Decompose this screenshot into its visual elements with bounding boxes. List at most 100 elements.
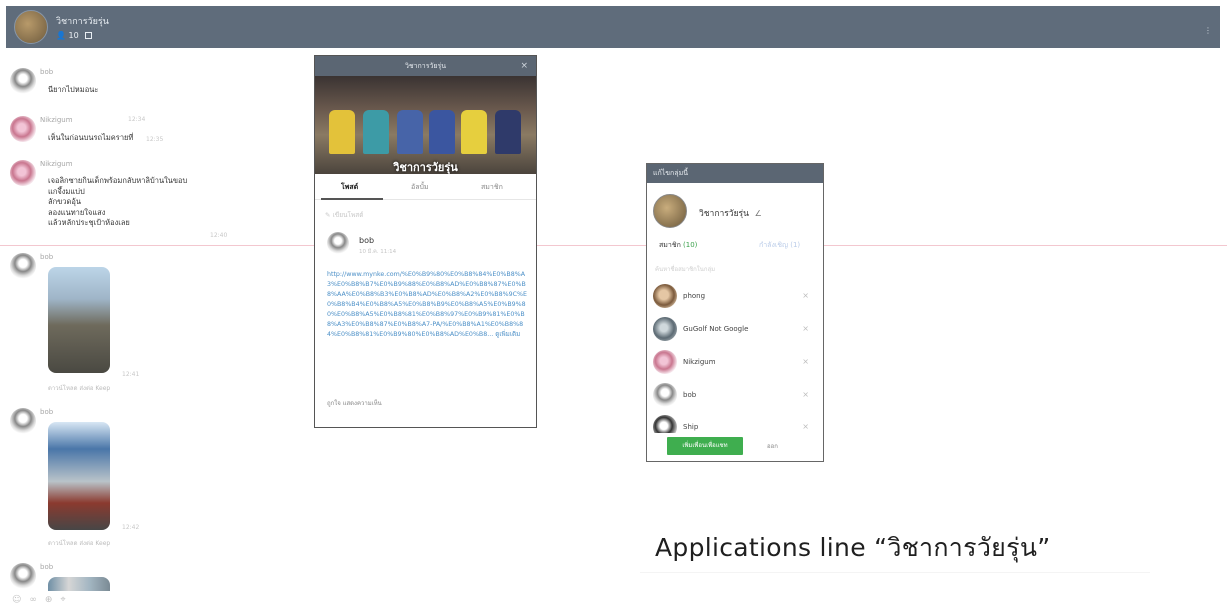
remove-icon[interactable]: × — [802, 291, 809, 300]
popup-title: วิชาการวัยรุ่น — [404, 62, 447, 70]
member-name: Nikzigum — [683, 358, 716, 366]
message-text: นียากไปหมอนะ — [48, 85, 99, 94]
sender-avatar[interactable] — [10, 160, 36, 186]
member-name: bob — [683, 391, 697, 399]
member-avatar — [653, 350, 677, 374]
member-row[interactable]: phong × — [653, 284, 819, 312]
remove-icon[interactable]: × — [802, 422, 809, 431]
sender-avatar[interactable] — [10, 116, 36, 142]
message-text: เจอลิกซายกินเด็กพร้อมกลับหาลิบ้านในขอบ แ… — [48, 176, 188, 227]
sender-name: bob — [40, 563, 54, 571]
attach-icon[interactable]: ∞ — [29, 595, 41, 605]
chat-photo[interactable] — [48, 422, 110, 530]
chat-log[interactable]: bob นียากไปหมอนะ 12:34 Nikzigum เห็นในก่… — [0, 48, 310, 610]
options-icon[interactable]: ⋮ — [1204, 26, 1212, 35]
chat-message: Nikzigum เห็นในก่อนบนรถไมครายที่ 12:35 — [10, 116, 310, 156]
screenshot-page: วิชาการวัยรุ่น 👤 10 ⋮ bob นียากไปหมอนะ 1… — [0, 0, 1227, 610]
caption-underline — [640, 572, 1150, 573]
message-text: เห็นในก่อนบนรถไมครายที่ — [48, 133, 134, 142]
photo-actions[interactable]: ดาวน์โหลด ส่งต่อ Keep — [48, 538, 110, 548]
close-icon[interactable]: × — [520, 56, 528, 76]
sender-name: Nikzigum — [40, 116, 73, 124]
sender-name: bob — [40, 408, 54, 416]
post-date: 10 มี.ค. 11:14 — [359, 249, 397, 255]
group-post-popup: วิชาการวัยรุ่น × วิชาการวัยรุ่น โพสต์ อั… — [314, 55, 537, 428]
chat-message: bob นียากไปหมอนะ 12:34 — [10, 68, 310, 123]
remove-icon[interactable]: × — [802, 390, 809, 399]
group-name: วิชาการวัยรุ่น ∠ — [699, 209, 762, 219]
sender-avatar[interactable] — [10, 68, 36, 94]
member-row[interactable]: Ship × — [653, 415, 819, 433]
popup-tabs: โพสต์ อัลบั้ม สมาชิก — [315, 174, 536, 200]
message-time: 12:42 — [122, 524, 140, 531]
group-title: วิชาการวัยรุ่น — [56, 17, 109, 27]
member-avatar — [653, 383, 677, 407]
write-post-input[interactable]: ✎ เขียนโพสต์ — [325, 210, 363, 220]
post-link[interactable]: http://www.mynke.com/%E0%B9%80%E0%B8%84%… — [327, 270, 532, 340]
member-avatar — [653, 415, 677, 433]
message-time: 12:41 — [122, 371, 140, 378]
member-row[interactable]: Nikzigum × — [653, 350, 819, 378]
add-friend-button[interactable]: เพิ่มเพื่อนเพื่อแชท — [667, 437, 743, 455]
photo-figure — [329, 110, 355, 154]
member-count[interactable]: 👤 10 — [56, 31, 93, 40]
post-author: bob — [359, 236, 375, 245]
member-name: Ship — [683, 423, 699, 431]
chat-message: bob — [10, 563, 310, 593]
photo-figure — [461, 110, 487, 154]
member-row[interactable]: GuGolf Not Google × — [653, 317, 819, 345]
message-time: 12:40 — [210, 232, 228, 239]
sender-name: bob — [40, 253, 54, 261]
group-avatar[interactable] — [653, 194, 687, 228]
group-avatar[interactable] — [14, 10, 48, 44]
member-row[interactable]: bob × — [653, 383, 819, 411]
group-cover-photo[interactable]: วิชาการวัยรุ่น — [315, 76, 536, 174]
sender-name: Nikzigum — [40, 160, 73, 168]
add-icon[interactable]: ⊕ — [45, 595, 57, 605]
chat-message: bob 12:42 ดาวน์โหลด ส่งต่อ Keep — [10, 408, 310, 558]
tab-posts[interactable]: โพสต์ — [341, 182, 358, 193]
tab-invited[interactable]: กำลังเชิญ (1) — [759, 240, 800, 251]
leave-button[interactable]: ออก — [767, 441, 778, 451]
tab-album[interactable]: อัลบั้ม — [411, 182, 429, 193]
remove-icon[interactable]: × — [802, 324, 809, 333]
photo-figure — [495, 110, 521, 154]
member-search-input[interactable]: ค้นหาชื่อสมาชิกในกลุ่ม — [655, 264, 715, 274]
sender-avatar[interactable] — [10, 253, 36, 279]
group-member-panel: แก้ไขกลุ่มนี้ วิชาการวัยรุ่น ∠ สมาชิก (1… — [646, 163, 824, 462]
chat-header: วิชาการวัยรุ่น 👤 10 ⋮ — [6, 6, 1220, 48]
person-icon: 👤 — [56, 31, 66, 40]
pencil-icon: ✎ — [325, 211, 331, 219]
sender-avatar[interactable] — [10, 563, 36, 589]
popup-header: วิชาการวัยรุ่น × — [315, 56, 536, 76]
crop-icon[interactable]: ⌖ — [60, 595, 69, 605]
photo-figure — [429, 110, 455, 154]
caption-text: Applications line “วิชาการวัยรุ่น” — [655, 533, 1051, 562]
sender-name: bob — [40, 68, 54, 76]
see-more-link[interactable]: ดูเพิ่มเติม — [495, 331, 520, 338]
chat-message: bob 12:41 ดาวน์โหลด ส่งต่อ Keep — [10, 253, 310, 403]
chat-message: Nikzigum เจอลิกซายกินเด็กพร้อมกลับหาลิบ้… — [10, 160, 310, 240]
member-avatar — [653, 317, 677, 341]
message-time: 12:35 — [146, 136, 164, 143]
photo-figure — [363, 110, 389, 154]
remove-icon[interactable]: × — [802, 357, 809, 366]
tab-members[interactable]: สมาชิก (10) — [659, 240, 697, 251]
member-name: GuGolf Not Google — [683, 325, 749, 333]
chat-photo[interactable] — [48, 267, 110, 373]
chat-toolbar: ☺ ∞ ⊕ ⌖ — [12, 595, 74, 605]
tab-members[interactable]: สมาชิก — [481, 182, 503, 193]
note-icon[interactable] — [85, 32, 93, 39]
active-tab-indicator — [321, 198, 383, 200]
member-avatar — [653, 284, 677, 308]
sender-avatar[interactable] — [10, 408, 36, 434]
chat-photo[interactable] — [48, 577, 110, 591]
member-name: phong — [683, 292, 706, 300]
post-actions[interactable]: ถูกใจ แสดงความเห็น — [327, 398, 382, 408]
photo-figure — [397, 110, 423, 154]
cover-title: วิชาการวัยรุ่น — [393, 161, 458, 174]
edit-icon[interactable]: ∠ — [755, 209, 762, 218]
photo-actions[interactable]: ดาวน์โหลด ส่งต่อ Keep — [48, 383, 110, 393]
post-author-avatar[interactable] — [327, 232, 349, 254]
smile-icon[interactable]: ☺ — [12, 595, 25, 605]
